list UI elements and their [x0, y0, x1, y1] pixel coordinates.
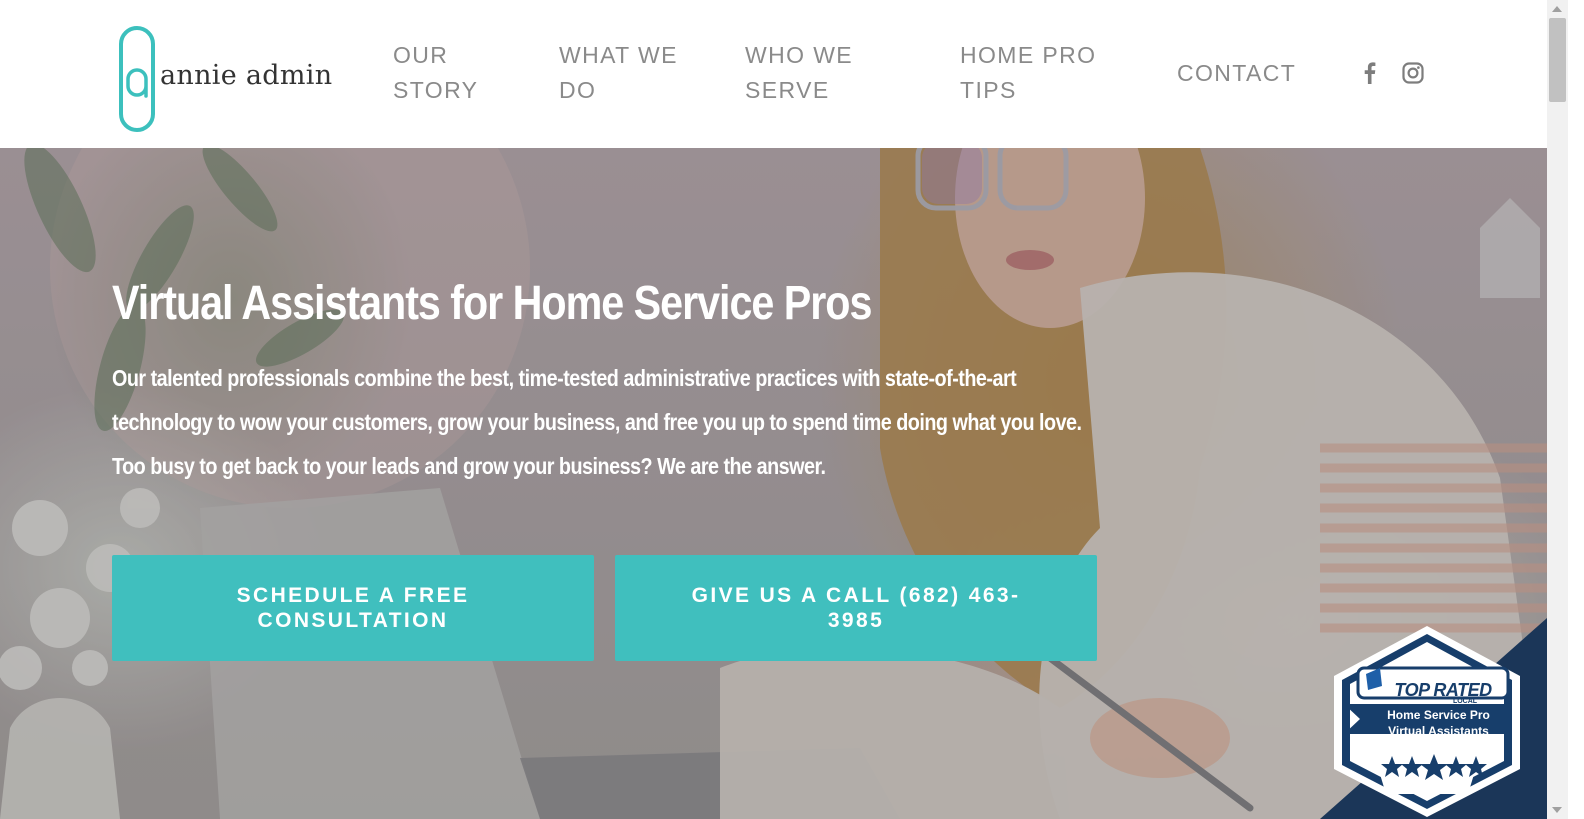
nav-what-we-do-label: WHAT WE DO — [559, 42, 678, 103]
badge-line-2: Virtual Assistants — [1388, 724, 1489, 738]
page-scrollbar[interactable] — [1547, 0, 1568, 819]
instagram-icon — [1402, 62, 1424, 84]
instagram-link[interactable] — [1400, 60, 1426, 86]
scroll-thumb[interactable] — [1549, 18, 1566, 102]
scroll-down-arrow-icon[interactable] — [1552, 807, 1562, 813]
nav-contact[interactable]: CONTACT — [1177, 56, 1296, 91]
nav-home-pro-tips[interactable]: HOME PRO TIPS — [960, 38, 1096, 108]
facebook-link[interactable] — [1357, 60, 1383, 86]
nav-contact-label: CONTACT — [1177, 60, 1297, 86]
nav-home-pro-tips-label: HOME PRO TIPS — [960, 42, 1097, 103]
logo-text: annie admin — [160, 60, 333, 91]
hero-title: Virtual Assistants for Home Service Pros — [112, 277, 872, 330]
hero-section: Virtual Assistants for Home Service Pros… — [0, 148, 1547, 819]
call-us-label: GIVE US A CALL (682) 463-3985 — [691, 584, 1021, 632]
nav-our-story-label: OUR STORY — [393, 42, 479, 103]
nav-who-we-serve-label: WHO WE SERVE — [745, 42, 854, 103]
nav-our-story[interactable]: OUR STORY — [393, 38, 478, 108]
nav-who-we-serve[interactable]: WHO WE SERVE — [745, 38, 853, 108]
badge-line-1: Home Service Pro — [1387, 708, 1490, 722]
scroll-up-arrow-icon[interactable] — [1552, 6, 1562, 12]
schedule-consultation-label: SCHEDULE A FREE CONSULTATION — [236, 584, 470, 632]
call-us-button[interactable]: GIVE US A CALL (682) 463-3985 — [615, 555, 1097, 661]
badge-sub: LOCAL — [1452, 698, 1478, 705]
schedule-consultation-button[interactable]: SCHEDULE A FREE CONSULTATION — [112, 555, 594, 661]
site-header: annie admin OUR STORY WHAT WE DO WHO WE … — [0, 0, 1547, 148]
facebook-icon — [1364, 62, 1376, 84]
logo[interactable]: annie admin — [115, 24, 355, 134]
nav-what-we-do[interactable]: WHAT WE DO — [559, 38, 678, 108]
hero-description: Our talented professionals combine the b… — [112, 365, 1082, 479]
